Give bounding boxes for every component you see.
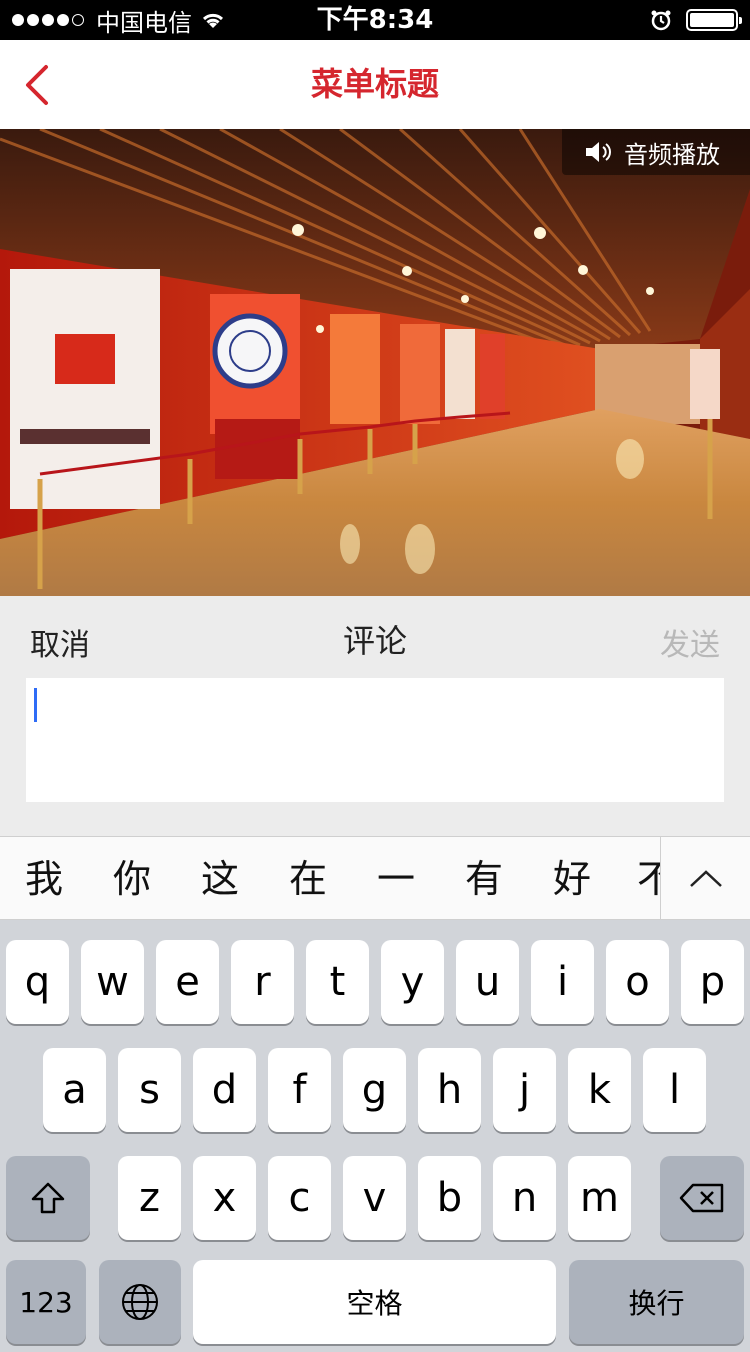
key-s[interactable]: s: [118, 1048, 181, 1132]
nav-bar: 菜单标题: [0, 40, 750, 129]
candidate-word[interactable]: 这: [190, 837, 250, 919]
key-r[interactable]: r: [231, 940, 294, 1024]
hero-photo: 音频播放: [0, 129, 750, 596]
key-j[interactable]: j: [493, 1048, 556, 1132]
status-time: 下午8:34: [316, 5, 434, 35]
candidate-word[interactable]: 一: [366, 837, 426, 919]
key-z[interactable]: z: [118, 1156, 181, 1240]
candidate-word[interactable]: 有: [454, 837, 514, 919]
text-caret: [34, 688, 37, 722]
key-n[interactable]: n: [493, 1156, 556, 1240]
send-button[interactable]: 发送: [660, 620, 720, 664]
globe-key[interactable]: [99, 1260, 181, 1344]
key-c[interactable]: c: [268, 1156, 331, 1240]
key-d[interactable]: d: [193, 1048, 256, 1132]
page-title: 菜单标题: [310, 65, 439, 103]
audio-play-button[interactable]: 音频播放: [562, 129, 750, 175]
alarm-clock-icon: [651, 10, 671, 31]
key-x[interactable]: x: [193, 1156, 256, 1240]
key-a[interactable]: a: [43, 1048, 106, 1132]
key-t[interactable]: t: [306, 940, 369, 1024]
key-g[interactable]: g: [343, 1048, 406, 1132]
status-bar: 中国电信 下午8:34: [0, 0, 750, 40]
key-o[interactable]: o: [606, 940, 669, 1024]
backspace-key[interactable]: [660, 1156, 744, 1240]
shift-key[interactable]: [6, 1156, 90, 1240]
key-q[interactable]: q: [6, 940, 69, 1024]
keyboard: q w e r t y u i o p a s d f g h j k l z …: [0, 920, 750, 1352]
audio-play-label: 音频播放: [624, 140, 720, 169]
globe-icon: [122, 1284, 158, 1320]
chevron-up-icon: [689, 870, 722, 887]
comment-panel: 取消 评论 发送: [0, 596, 750, 836]
key-h[interactable]: h: [418, 1048, 481, 1132]
candidate-word[interactable]: 好: [542, 837, 602, 919]
status-right: [650, 0, 742, 40]
expand-candidates-button[interactable]: [660, 837, 750, 919]
candidate-word[interactable]: 我: [14, 837, 74, 919]
candidate-word[interactable]: 在: [278, 837, 338, 919]
key-p[interactable]: p: [681, 940, 744, 1024]
ime-candidate-bar: 我 你 这 在 一 有 好 不: [0, 836, 750, 920]
comment-input[interactable]: [26, 678, 724, 802]
return-key[interactable]: 换行: [569, 1260, 744, 1344]
candidate-word[interactable]: 你: [102, 837, 162, 919]
key-w[interactable]: w: [81, 940, 144, 1024]
key-b[interactable]: b: [418, 1156, 481, 1240]
key-k[interactable]: k: [568, 1048, 631, 1132]
battery-icon: [686, 9, 742, 31]
space-key[interactable]: 空格: [193, 1260, 556, 1344]
numbers-key[interactable]: 123: [6, 1260, 86, 1344]
key-f[interactable]: f: [268, 1048, 331, 1132]
key-y[interactable]: y: [381, 940, 444, 1024]
key-m[interactable]: m: [568, 1156, 631, 1240]
key-u[interactable]: u: [456, 940, 519, 1024]
key-v[interactable]: v: [343, 1156, 406, 1240]
shift-arrow-icon: [31, 1182, 65, 1214]
exhibition-hall-image: [0, 129, 750, 596]
backspace-icon: [679, 1183, 724, 1213]
speaker-icon: [586, 142, 611, 162]
key-e[interactable]: e: [156, 940, 219, 1024]
key-l[interactable]: l: [643, 1048, 706, 1132]
comment-title: 评论: [342, 622, 407, 660]
key-i[interactable]: i: [531, 940, 594, 1024]
